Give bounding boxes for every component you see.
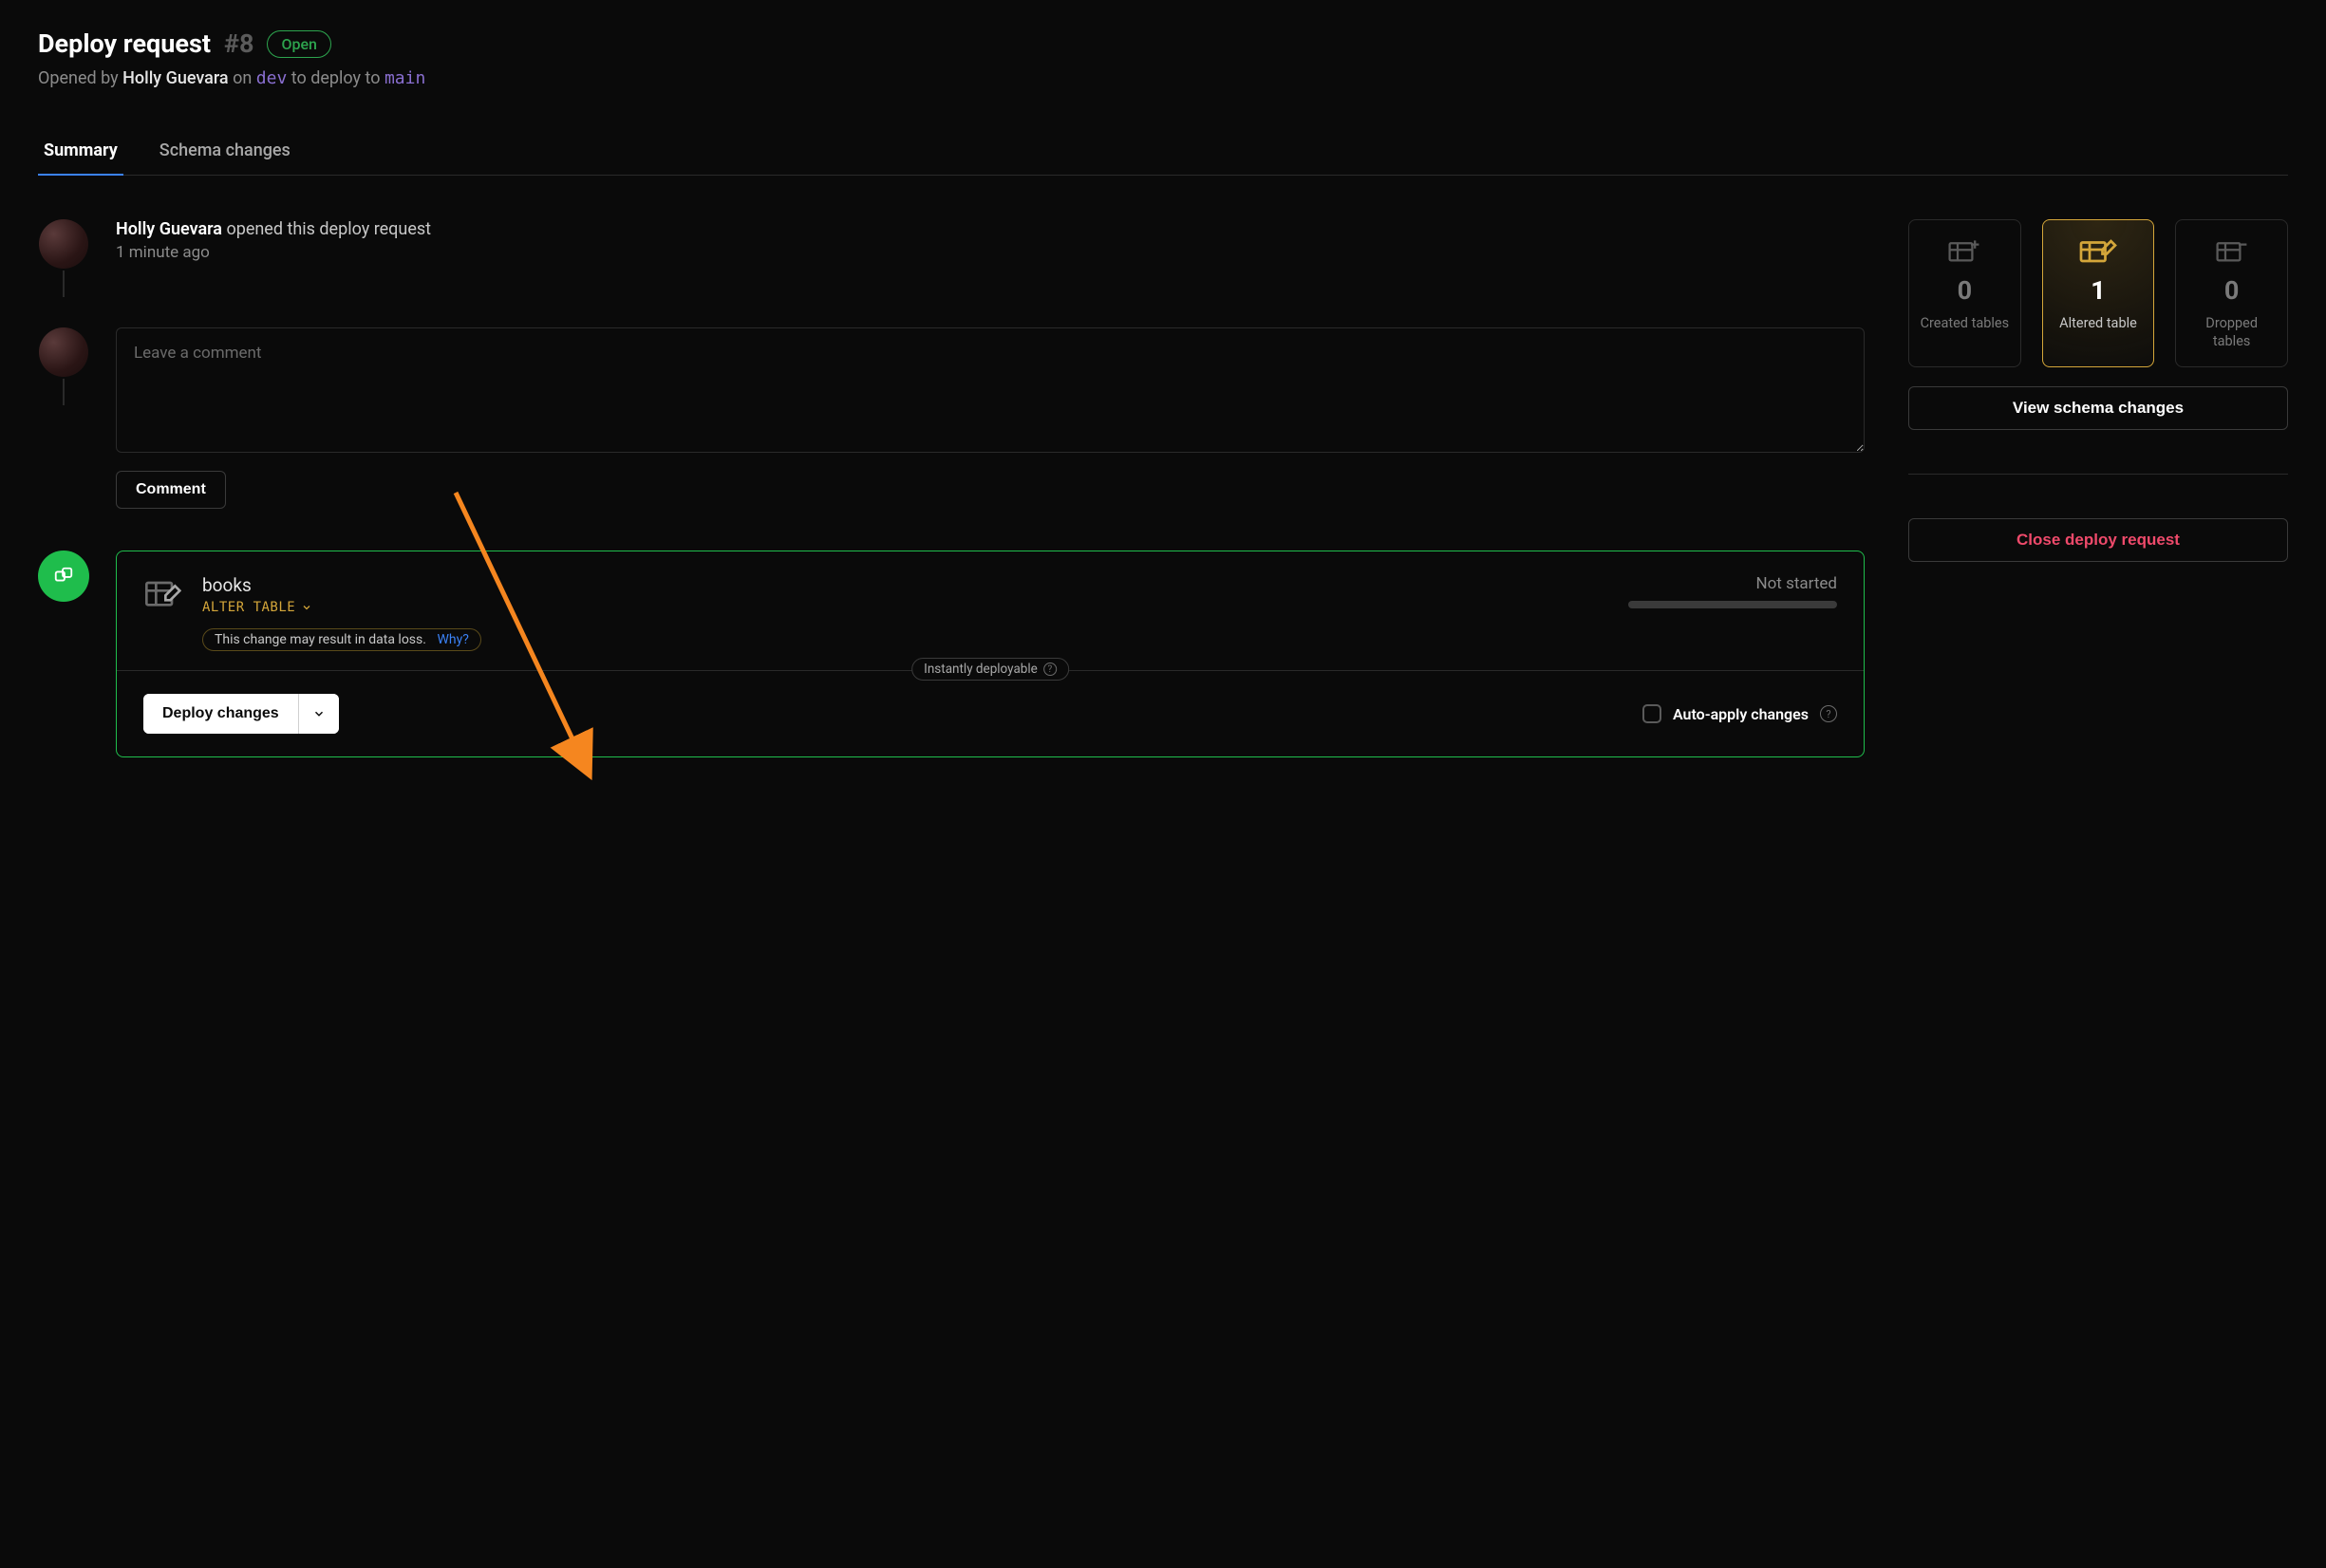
created-tables-count: 0 (1958, 275, 1973, 306)
help-icon[interactable]: ? (1043, 663, 1057, 676)
timeline-action-text: opened this deploy request (226, 219, 431, 239)
altered-tables-count: 1 (2091, 275, 2106, 306)
warning-why-link[interactable]: Why? (437, 632, 468, 647)
auto-apply-label: Auto-apply changes (1673, 705, 1809, 723)
dropped-tables-count: 0 (2224, 275, 2240, 306)
dropped-tables-label: Dropped tables (2185, 315, 2278, 351)
alter-table-dropdown[interactable]: ALTER TABLE (202, 600, 312, 615)
table-plus-icon (1948, 239, 1980, 266)
to-deploy-to-text: to deploy to (291, 68, 381, 88)
tab-schema-changes[interactable]: Schema changes (154, 140, 296, 175)
status-badge: Open (267, 30, 331, 58)
deploy-marker-icon (38, 551, 89, 602)
timeline-author[interactable]: Holly Guevara (116, 219, 222, 239)
deploy-button-group: Deploy changes (143, 694, 339, 734)
tab-summary[interactable]: Summary (38, 140, 123, 176)
timeline-opened-text: Holly Guevara opened this deploy request (116, 219, 431, 239)
page-title: Deploy request (38, 28, 211, 59)
tabs-bar: Summary Schema changes (38, 140, 2288, 176)
deploy-changes-button[interactable]: Deploy changes (143, 694, 298, 734)
deploy-dropdown-button[interactable] (298, 694, 339, 734)
warning-text: This change may result in data loss. (215, 632, 426, 647)
deploy-request-number: #8 (224, 28, 253, 59)
altered-tables-card[interactable]: 1 Altered table (2042, 219, 2155, 367)
table-minus-icon (2216, 239, 2248, 266)
view-schema-changes-button[interactable]: View schema changes (1908, 386, 2288, 430)
avatar (39, 327, 88, 377)
altered-tables-label: Altered table (2059, 315, 2137, 333)
divider (1908, 474, 2288, 475)
subheader: Opened by Holly Guevara on dev to deploy… (38, 68, 2288, 88)
comment-button[interactable]: Comment (116, 471, 226, 509)
on-word: on (233, 68, 252, 88)
instantly-deployable-text: Instantly deployable (924, 662, 1038, 677)
close-deploy-request-button[interactable]: Close deploy request (1908, 518, 2288, 562)
dropped-tables-card[interactable]: 0 Dropped tables (2175, 219, 2288, 367)
timeline-line (63, 271, 65, 297)
created-tables-label: Created tables (1921, 315, 2009, 333)
timeline-line (63, 379, 65, 405)
progress-bar (1628, 601, 1837, 608)
opened-by-prefix: Opened by (38, 68, 119, 88)
created-tables-card[interactable]: 0 Created tables (1908, 219, 2021, 367)
auto-apply-checkbox[interactable] (1642, 704, 1661, 723)
table-edit-icon (143, 578, 181, 651)
instantly-deployable-pill: Instantly deployable ? (911, 658, 1069, 681)
chevron-down-icon (301, 602, 312, 613)
deploy-status-text: Not started (1628, 574, 1837, 593)
timeline-time: 1 minute ago (116, 243, 431, 262)
deploy-card: books ALTER TABLE Not started (116, 551, 1865, 757)
table-edit-icon (2079, 239, 2117, 266)
chevron-down-icon (312, 707, 326, 720)
target-branch[interactable]: main (385, 68, 425, 88)
comment-input[interactable] (116, 327, 1865, 453)
source-branch[interactable]: dev (256, 68, 288, 88)
avatar (39, 219, 88, 269)
data-loss-warning: This change may result in data loss. Why… (202, 628, 481, 651)
auto-apply-group: Auto-apply changes ? (1642, 704, 1837, 723)
help-icon[interactable]: ? (1820, 705, 1837, 722)
alter-table-label: ALTER TABLE (202, 600, 295, 615)
deploy-table-name: books (202, 574, 312, 596)
author-link[interactable]: Holly Guevara (122, 68, 229, 88)
